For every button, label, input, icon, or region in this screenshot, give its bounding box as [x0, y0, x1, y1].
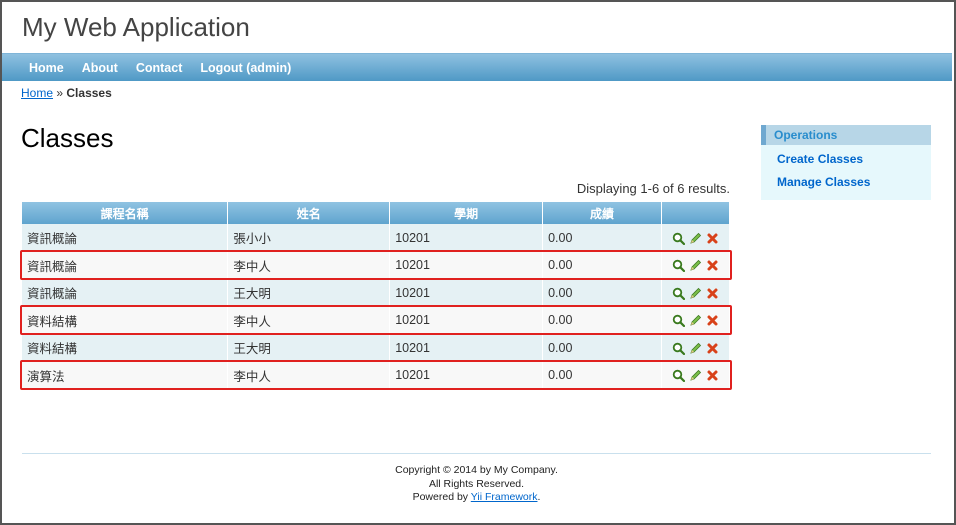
cell-actions: [661, 279, 731, 307]
footer-powered-suffix: .: [537, 491, 541, 503]
cell-course: 資料結構: [22, 306, 229, 334]
cell-term: 10201: [389, 251, 544, 279]
manage-classes-link[interactable]: Manage Classes: [761, 175, 931, 191]
footer-copyright: Copyright © 2014 by My Company.: [395, 464, 558, 476]
cell-actions: [661, 334, 731, 362]
cell-course: 演算法: [22, 361, 229, 389]
update-icon[interactable]: [689, 369, 702, 382]
update-icon[interactable]: [689, 259, 702, 272]
cell-name: 李中人: [227, 361, 391, 389]
operations-title: Operations: [761, 125, 931, 145]
breadcrumb-home-link[interactable]: Home: [21, 86, 53, 100]
operations-portlet: Operations Create Classes Manage Classes: [761, 125, 931, 200]
cell-score: 0.00: [542, 306, 662, 334]
table-row: 資料結構 李中人 10201 0.00: [22, 306, 731, 334]
cell-term: 10201: [389, 279, 544, 307]
menu-home[interactable]: Home: [20, 54, 73, 82]
main-menu: Home About Contact Logout (admin): [2, 53, 952, 81]
update-icon[interactable]: [689, 314, 702, 327]
cell-term: 10201: [389, 306, 544, 334]
delete-icon[interactable]: [706, 287, 719, 300]
create-classes-link[interactable]: Create Classes: [761, 152, 931, 168]
view-icon[interactable]: [672, 259, 686, 273]
cell-course: 資訊概論: [22, 279, 229, 307]
column-header-term[interactable]: 學期: [389, 202, 544, 224]
table-row: 資訊概論 李中人 10201 0.00: [22, 251, 731, 279]
menu-about[interactable]: About: [73, 54, 127, 82]
cell-name: 王大明: [227, 334, 391, 362]
cell-term: 10201: [389, 224, 544, 252]
cell-score: 0.00: [542, 251, 662, 279]
update-icon[interactable]: [689, 342, 702, 355]
cell-course: 資訊概論: [22, 224, 229, 252]
breadcrumb-separator: »: [56, 86, 64, 100]
cell-term: 10201: [389, 361, 544, 389]
grid-summary: Displaying 1-6 of 6 results.: [576, 181, 730, 196]
yii-framework-link[interactable]: Yii Framework: [471, 491, 538, 503]
breadcrumb-current: Classes: [66, 86, 112, 100]
breadcrumb: Home » Classes: [21, 86, 112, 100]
table-row: 演算法 李中人 10201 0.00: [22, 361, 731, 389]
table-row: 資料結構 王大明 10201 0.00: [22, 334, 731, 362]
grid-header-row: 課程名稱 姓名 學期 成績: [22, 202, 731, 224]
cell-name: 張小小: [227, 224, 391, 252]
cell-name: 李中人: [227, 251, 391, 279]
delete-icon[interactable]: [706, 232, 719, 245]
cell-name: 王大明: [227, 279, 391, 307]
footer: Copyright © 2014 by My Company. All Righ…: [22, 453, 931, 505]
delete-icon[interactable]: [706, 342, 719, 355]
cell-score: 0.00: [542, 361, 662, 389]
cell-score: 0.00: [542, 279, 662, 307]
cell-actions: [661, 361, 731, 389]
cell-actions: [661, 224, 731, 252]
cell-course: 資料結構: [22, 334, 229, 362]
footer-powered: Powered by Yii Framework.: [22, 491, 931, 505]
footer-rights: All Rights Reserved.: [428, 477, 525, 490]
delete-icon[interactable]: [706, 369, 719, 382]
column-header-actions: [661, 202, 731, 224]
footer-powered-prefix: Powered by: [412, 491, 471, 503]
cell-score: 0.00: [542, 334, 662, 362]
view-icon[interactable]: [672, 314, 686, 328]
delete-icon[interactable]: [706, 314, 719, 327]
update-icon[interactable]: [689, 287, 702, 300]
cell-name: 李中人: [227, 306, 391, 334]
view-icon[interactable]: [672, 287, 686, 300]
column-header-score[interactable]: 成績: [542, 202, 662, 224]
delete-icon[interactable]: [706, 259, 719, 272]
update-icon[interactable]: [689, 232, 702, 245]
view-icon[interactable]: [672, 342, 686, 355]
classes-grid: 課程名稱 姓名 學期 成績 資訊概論 張小小 10201 0.00 資訊概論 李中人 102…: [22, 202, 731, 389]
page-title: Classes: [21, 123, 114, 153]
view-icon[interactable]: [672, 232, 686, 245]
cell-score: 0.00: [542, 224, 662, 252]
column-header-course[interactable]: 課程名稱: [22, 202, 229, 224]
app-title: My Web Application: [22, 12, 250, 42]
table-row: 資訊概論 張小小 10201 0.00: [22, 224, 731, 252]
table-row: 資訊概論 王大明 10201 0.00: [22, 279, 731, 307]
menu-contact[interactable]: Contact: [127, 54, 192, 82]
cell-course: 資訊概論: [22, 251, 229, 279]
cell-actions: [661, 251, 731, 279]
column-header-name[interactable]: 姓名: [227, 202, 391, 224]
cell-term: 10201: [389, 334, 544, 362]
view-icon[interactable]: [672, 369, 686, 383]
menu-logout[interactable]: Logout (admin): [191, 54, 300, 82]
cell-actions: [661, 306, 731, 334]
